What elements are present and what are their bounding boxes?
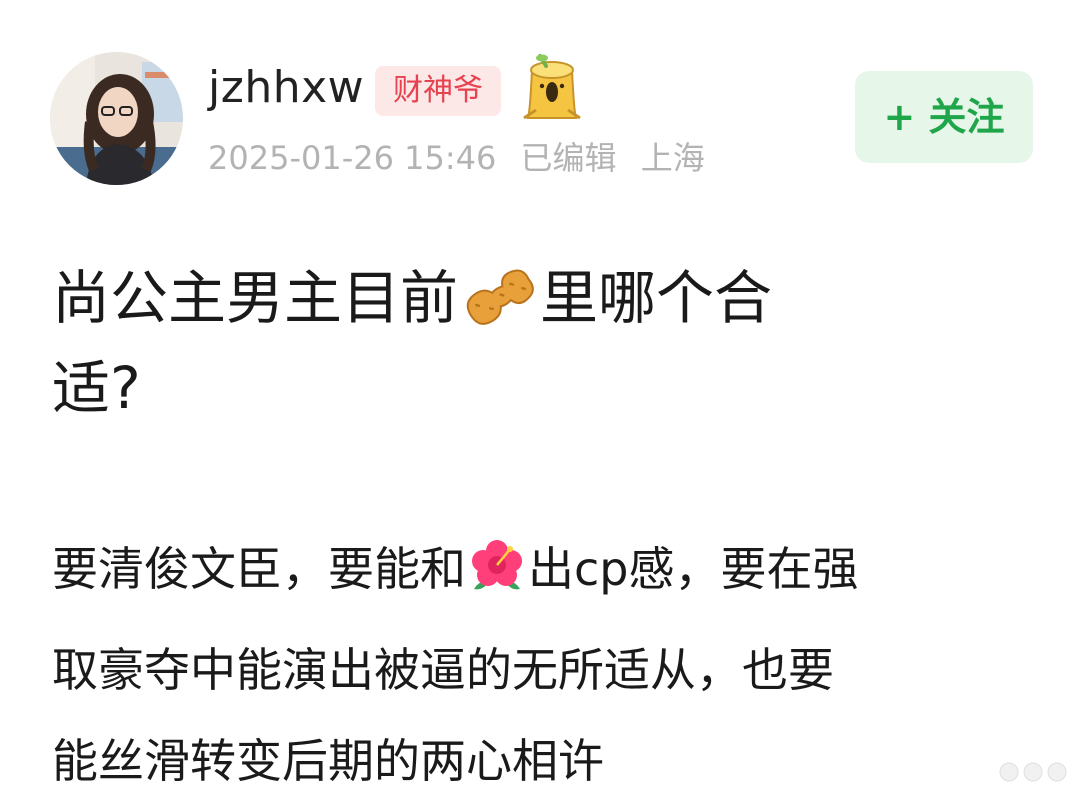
post-timestamp: 2025-01-26 15:46 (208, 139, 497, 177)
peanut-icon (458, 268, 540, 348)
post-body: 要清俊文臣，要能和 出cp感，要在强 取豪夺中能演出被逼的无所适从，也要 能丝滑… (52, 524, 1052, 800)
edited-label: 已编辑 (520, 139, 617, 177)
post-title: 尚公主男主目前 里哪个合 适? (52, 258, 952, 428)
title-line-1-end: 里哪个合 (540, 264, 773, 332)
body-line-2: 取豪夺中能演出被逼的无所适从，也要 (52, 643, 834, 697)
post-meta: 2025-01-26 15:46 已编辑 上海 (208, 136, 719, 180)
title-line-2: 适? (52, 354, 141, 422)
hibiscus-icon (466, 534, 528, 625)
post-location: 上海 (640, 139, 705, 177)
follow-button[interactable]: + 关注 (855, 71, 1033, 163)
body-line-1-end: 出cp感，要在强 (528, 542, 859, 596)
body-line-3: 能丝滑转变后期的两心相许 (52, 734, 604, 788)
username[interactable]: jzhhxw (208, 58, 364, 118)
more-dots-icon (995, 752, 1073, 792)
body-line-1: 要清俊文臣，要能和 出cp感，要在强 (52, 524, 1052, 625)
title-line-1-start: 尚公主男主目前 (52, 264, 459, 332)
body-line-1-start: 要清俊文臣，要能和 (52, 542, 466, 596)
avatar[interactable] (50, 52, 183, 185)
tree-stump-icon (520, 52, 584, 124)
title-line-1: 尚公主男主目前 里哪个合 (52, 258, 952, 348)
avatar-photo-icon (50, 52, 183, 185)
user-badge[interactable]: 财神爷 (375, 66, 501, 116)
post-page: jzhhxw 财神爷 2025-01-26 15:46 已编辑 上海 + 关注 … (0, 0, 1080, 800)
